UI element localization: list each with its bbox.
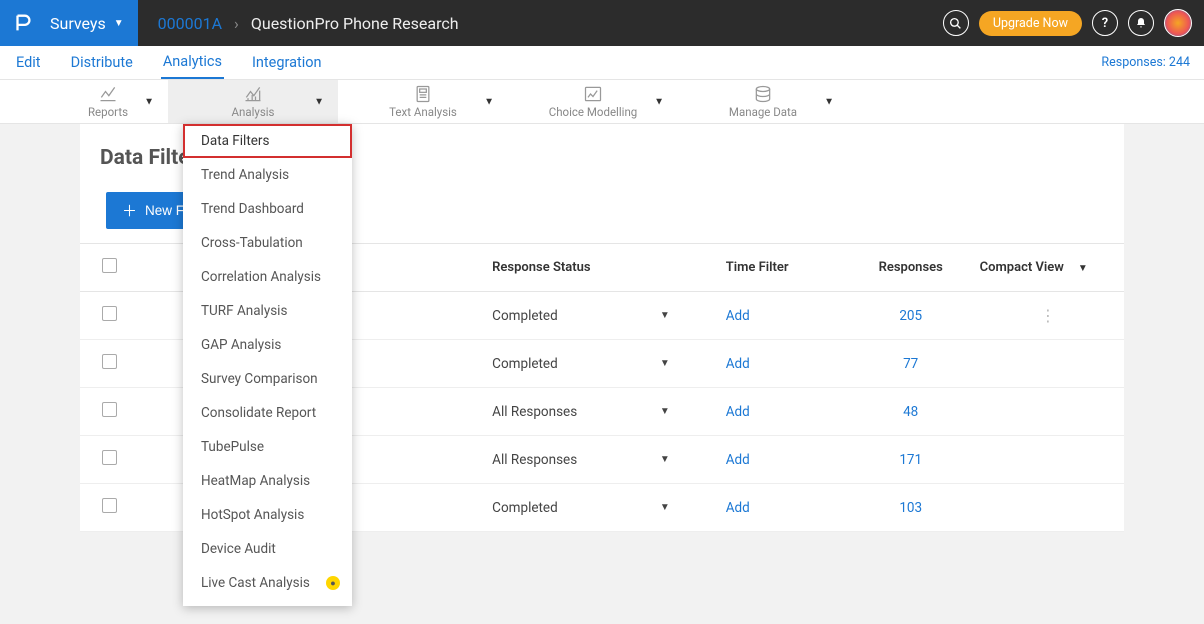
row-time-filter[interactable]: Add: [718, 340, 850, 388]
analytics-toolbar: Reports ▼ Analysis ▼ Text Analysis ▼ Cho…: [0, 80, 1204, 124]
survey-id[interactable]: 000001A: [158, 14, 222, 33]
row-status[interactable]: Completed▼: [484, 484, 718, 532]
analysis-menu-item[interactable]: Trend Dashboard: [183, 192, 352, 226]
analysis-menu-item[interactable]: Device Audit: [183, 532, 352, 566]
notifications-button[interactable]: [1128, 10, 1154, 36]
row-status[interactable]: Completed▼: [484, 340, 718, 388]
caret-down-icon: ▼: [654, 96, 664, 107]
caret-down-icon: ▼: [660, 454, 670, 465]
row-time-filter[interactable]: Add: [718, 388, 850, 436]
toolbar-analysis[interactable]: Analysis ▼: [168, 80, 338, 123]
row-status[interactable]: Completed▼: [484, 292, 718, 340]
analysis-menu-item[interactable]: Data Filters: [183, 124, 352, 158]
row-checkbox[interactable]: [102, 450, 117, 465]
toolbar-reports[interactable]: Reports ▼: [48, 80, 168, 123]
caret-down-icon: ▼: [660, 310, 670, 321]
header-right: Upgrade Now ?: [943, 9, 1204, 37]
caret-down-icon: ▼: [660, 358, 670, 369]
row-checkbox[interactable]: [102, 306, 117, 321]
caret-down-icon: ▼: [660, 502, 670, 513]
analysis-menu-item[interactable]: Correlation Analysis: [183, 260, 352, 294]
analysis-menu-item[interactable]: TURF Analysis: [183, 294, 352, 328]
analysis-menu-item[interactable]: Survey Comparison: [183, 362, 352, 396]
col-time: Time Filter: [718, 244, 850, 292]
chevron-right-icon: ›: [234, 14, 239, 33]
help-button[interactable]: ?: [1092, 10, 1118, 36]
row-more-menu[interactable]: [972, 436, 1124, 484]
row-more-menu[interactable]: ⋮: [972, 292, 1124, 340]
responses-count[interactable]: Responses: 244: [1101, 55, 1190, 70]
caret-down-icon: ▼: [314, 96, 324, 107]
toolbar-choice-modelling[interactable]: Choice Modelling ▼: [508, 80, 678, 123]
row-responses[interactable]: 205: [850, 292, 972, 340]
row-responses[interactable]: 48: [850, 388, 972, 436]
row-responses[interactable]: 171: [850, 436, 972, 484]
tab-distribute[interactable]: Distribute: [69, 47, 135, 78]
surveys-dropdown[interactable]: Surveys ▼: [46, 0, 138, 46]
row-responses[interactable]: 77: [850, 340, 972, 388]
upgrade-button[interactable]: Upgrade Now: [979, 11, 1082, 36]
caret-down-icon: ▼: [144, 96, 154, 107]
survey-name: QuestionPro Phone Research: [251, 14, 459, 33]
breadcrumb: 000001A › QuestionPro Phone Research: [138, 14, 459, 33]
analysis-menu-item[interactable]: TubePulse: [183, 430, 352, 464]
analysis-dropdown: Data FiltersTrend AnalysisTrend Dashboar…: [183, 124, 352, 606]
row-more-menu[interactable]: [972, 484, 1124, 532]
analysis-menu-item[interactable]: Live Cast Analysis●: [183, 566, 352, 600]
row-checkbox[interactable]: [102, 354, 117, 369]
col-view[interactable]: Compact View▼: [972, 244, 1124, 292]
toolbar-text-analysis[interactable]: Text Analysis ▼: [338, 80, 508, 123]
caret-down-icon: ▼: [824, 96, 834, 107]
row-checkbox[interactable]: [102, 498, 117, 513]
toolbar-manage-data[interactable]: Manage Data ▼: [678, 80, 848, 123]
tab-analytics[interactable]: Analytics: [161, 46, 224, 79]
analysis-menu-item[interactable]: Trend Analysis: [183, 158, 352, 192]
caret-down-icon: ▼: [1078, 263, 1088, 274]
col-checkbox: [80, 244, 139, 292]
top-header: Surveys ▼ 000001A › QuestionPro Phone Re…: [0, 0, 1204, 46]
tab-edit[interactable]: Edit: [14, 47, 43, 78]
analysis-menu-item[interactable]: GAP Analysis: [183, 328, 352, 362]
row-more-menu[interactable]: [972, 388, 1124, 436]
analysis-menu-item[interactable]: HeatMap Analysis: [183, 464, 352, 498]
search-button[interactable]: [943, 10, 969, 36]
analysis-menu-item[interactable]: Cross-Tabulation: [183, 226, 352, 260]
plus-icon: ＋: [122, 200, 137, 221]
analysis-menu-item[interactable]: Consolidate Report: [183, 396, 352, 430]
app-logo[interactable]: [0, 0, 46, 46]
tab-integration[interactable]: Integration: [250, 47, 324, 78]
nav-tabs: Edit Distribute Analytics Integration Re…: [0, 46, 1204, 80]
page-content: Data Filter ＋ New Filter Response Status…: [0, 124, 1204, 532]
user-avatar[interactable]: [1164, 9, 1192, 37]
analysis-menu-item[interactable]: HotSpot Analysis: [183, 498, 352, 532]
row-status[interactable]: All Responses▼: [484, 388, 718, 436]
row-more-menu[interactable]: [972, 340, 1124, 388]
lightbulb-icon: ●: [326, 576, 340, 590]
caret-down-icon: ▼: [114, 18, 124, 29]
row-time-filter[interactable]: Add: [718, 292, 850, 340]
caret-down-icon: ▼: [660, 406, 670, 417]
select-all-checkbox[interactable]: [102, 258, 117, 273]
row-status[interactable]: All Responses▼: [484, 436, 718, 484]
col-responses: Responses: [850, 244, 972, 292]
surveys-label: Surveys: [50, 14, 106, 33]
row-time-filter[interactable]: Add: [718, 484, 850, 532]
row-time-filter[interactable]: Add: [718, 436, 850, 484]
row-checkbox[interactable]: [102, 402, 117, 417]
col-status: Response Status: [484, 244, 718, 292]
row-responses[interactable]: 103: [850, 484, 972, 532]
caret-down-icon: ▼: [484, 96, 494, 107]
